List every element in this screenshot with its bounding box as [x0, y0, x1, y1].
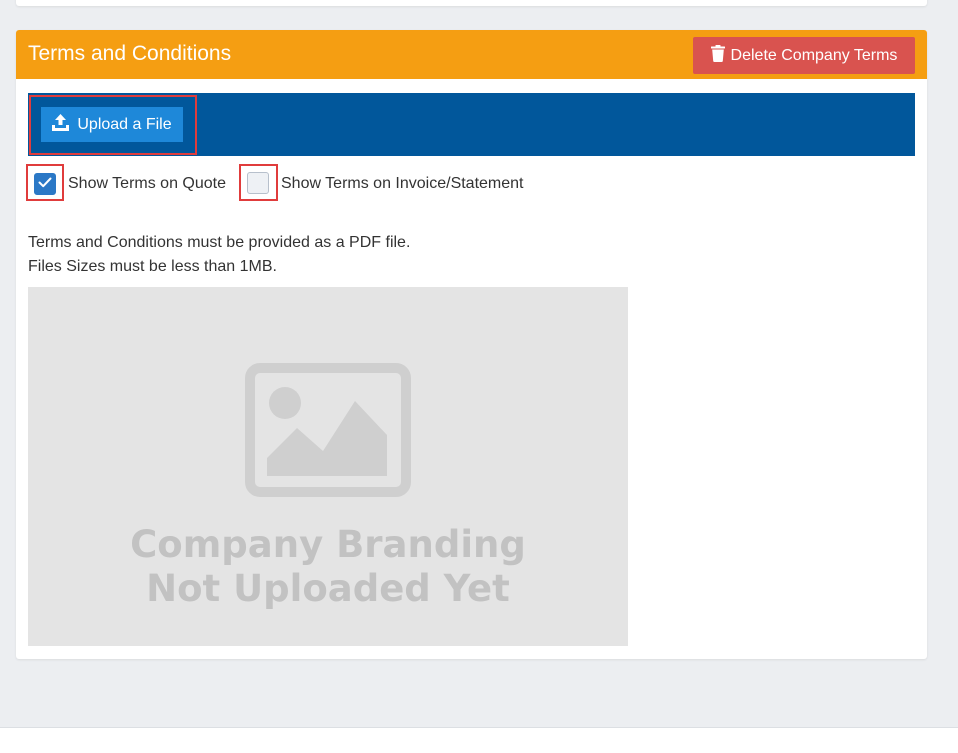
- image-placeholder-icon: [245, 363, 411, 502]
- file-size-requirement-text: Files Sizes must be less than 1MB.: [28, 258, 277, 275]
- show-terms-invoice-checkbox[interactable]: [247, 172, 269, 194]
- checkmark-icon: [38, 175, 52, 193]
- show-terms-invoice-label[interactable]: Show Terms on Invoice/Statement: [281, 174, 524, 194]
- upload-icon: [52, 113, 70, 136]
- panel-title: Terms and Conditions: [28, 42, 232, 65]
- terms-instructions: Terms and Conditions must be provided as…: [28, 231, 410, 279]
- terms-panel: Terms and Conditions Delete Company Term…: [16, 30, 927, 659]
- terms-panel-header: Terms and Conditions Delete Company Term…: [16, 30, 927, 79]
- pdf-requirement-text: Terms and Conditions must be provided as…: [28, 234, 411, 251]
- show-terms-quote-checkbox[interactable]: [34, 173, 56, 195]
- show-terms-quote-label[interactable]: Show Terms on Quote: [68, 174, 226, 194]
- upload-file-label: Upload a File: [77, 115, 172, 133]
- branding-placeholder-image: Company Branding Not Uploaded Yet: [28, 287, 628, 646]
- branding-placeholder-text: Company Branding Not Uploaded Yet: [28, 523, 628, 611]
- upload-file-button[interactable]: Upload a File: [41, 107, 183, 142]
- page-footer: [0, 727, 958, 753]
- trash-icon: [710, 44, 725, 67]
- placeholder-line-1: Company Branding: [130, 523, 526, 566]
- delete-company-terms-button[interactable]: Delete Company Terms: [693, 37, 915, 74]
- delete-company-terms-label: Delete Company Terms: [730, 46, 898, 64]
- placeholder-line-2: Not Uploaded Yet: [146, 567, 510, 610]
- previous-panel: [16, 0, 927, 6]
